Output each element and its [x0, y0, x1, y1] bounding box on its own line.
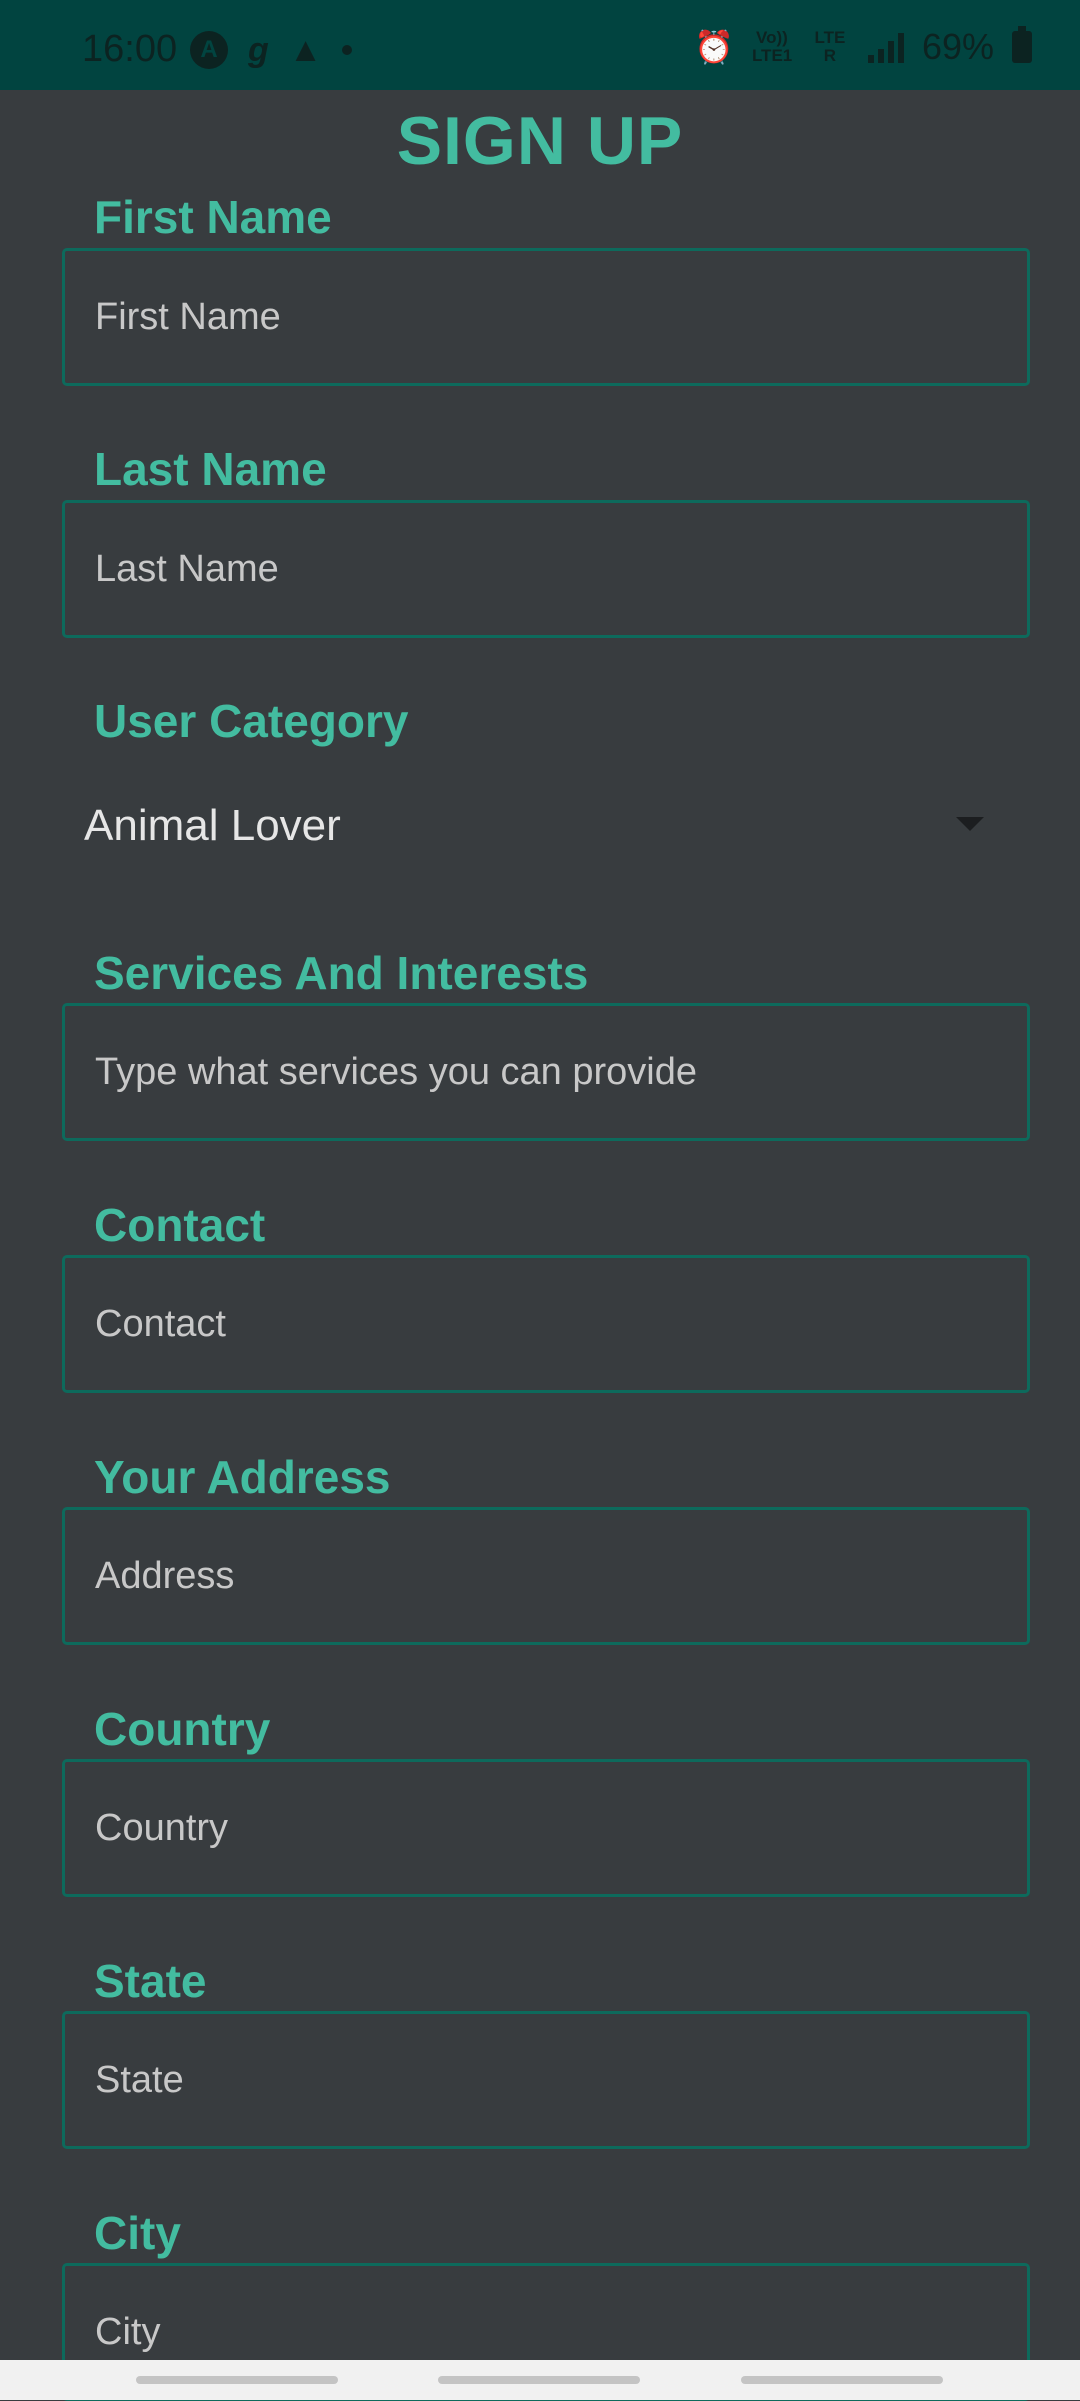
navigation-bar: [0, 2360, 1080, 2400]
nav-home-handle[interactable]: [438, 2376, 640, 2384]
user-category-dropdown[interactable]: Animal Lover: [62, 775, 1030, 875]
first-name-input[interactable]: [65, 251, 1027, 383]
nav-recent-handle[interactable]: [136, 2376, 338, 2384]
services-label: Services And Interests: [94, 947, 589, 999]
contact-field[interactable]: [62, 1255, 1030, 1393]
first-name-field[interactable]: [62, 248, 1030, 386]
volte-indicator: Vo)) LTE1: [751, 28, 793, 65]
status-bar: 16:00 A g ▲ ⏰ Vo)) LTE1 LTE R 69%: [0, 0, 1080, 90]
state-input[interactable]: [65, 2014, 1027, 2146]
dropdown-caret-icon: [956, 817, 984, 831]
dot-icon: [342, 45, 353, 55]
user-category-selected: Animal Lover: [84, 801, 341, 850]
g-icon: g: [248, 31, 269, 69]
contact-label: Contact: [94, 1199, 266, 1251]
country-input[interactable]: [65, 1762, 1027, 1894]
lte-indicator: LTE R: [814, 28, 846, 65]
battery-percent: 69%: [921, 26, 994, 67]
last-name-field[interactable]: [62, 500, 1030, 638]
status-time: 16:00: [82, 28, 178, 70]
app-a-icon: A: [190, 31, 228, 69]
alarm-icon: ⏰: [694, 29, 734, 65]
city-label: City: [94, 2207, 181, 2259]
contact-input[interactable]: [65, 1258, 1027, 1390]
state-label: State: [94, 1955, 207, 2007]
address-label: Your Address: [94, 1451, 391, 1503]
notification-icons: A g ▲: [190, 30, 353, 70]
country-field[interactable]: [62, 1759, 1030, 1897]
address-field[interactable]: [62, 1507, 1030, 1645]
battery-icon: [1012, 26, 1032, 63]
page-title: SIGN UP: [396, 103, 684, 179]
warning-icon: ▲: [288, 31, 323, 69]
last-name-label: Last Name: [94, 443, 327, 495]
address-input[interactable]: [65, 1510, 1027, 1642]
services-field[interactable]: [62, 1003, 1030, 1141]
nav-back-handle[interactable]: [741, 2376, 943, 2384]
services-input[interactable]: [65, 1006, 1027, 1138]
system-icons: ⏰ Vo)) LTE1 LTE R 69%: [694, 26, 1032, 68]
last-name-input[interactable]: [65, 503, 1027, 635]
user-category-label: User Category: [94, 695, 409, 747]
signal-icon: [867, 31, 904, 63]
country-label: Country: [94, 1703, 271, 1755]
first-name-label: First Name: [94, 191, 332, 243]
state-field[interactable]: [62, 2011, 1030, 2149]
